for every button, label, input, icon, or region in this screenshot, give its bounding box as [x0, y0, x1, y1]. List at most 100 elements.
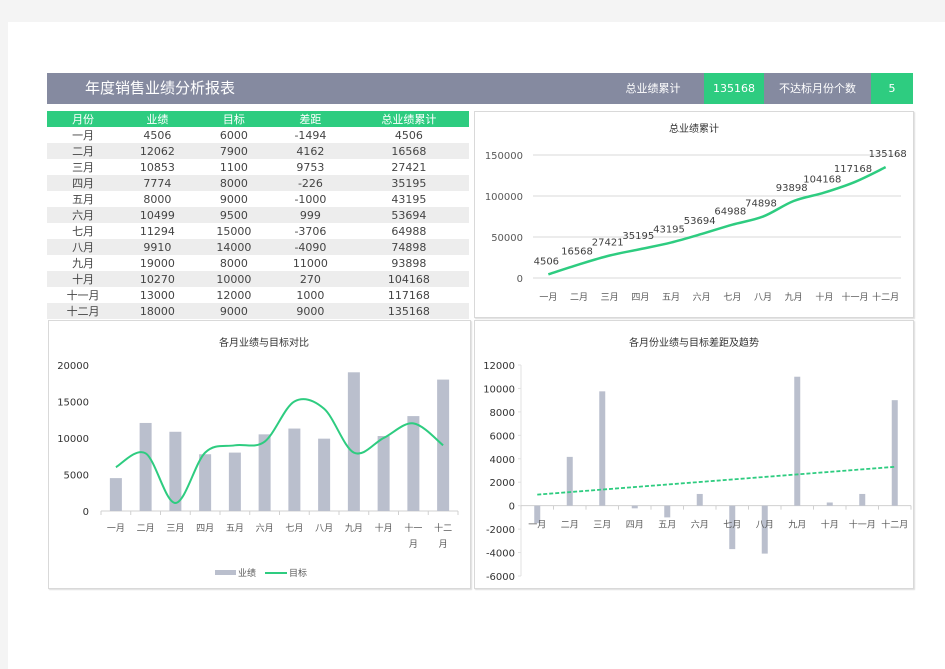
- x-tick-label: 十一: [404, 522, 422, 534]
- x-tick-label: 五月: [662, 292, 680, 303]
- chart-title: 各月业绩与目标对比: [219, 336, 309, 349]
- cell-sales: 19000: [139, 256, 175, 270]
- data-label: 16568: [561, 246, 593, 257]
- y-tick-label: 4000: [490, 455, 515, 466]
- table-row: 十月 10270 10000 270 104168: [47, 271, 469, 287]
- table-row: 三月 10853 1100 9753 27421: [47, 159, 469, 175]
- column-header-sales: 业绩: [119, 111, 196, 127]
- compare-chart-panel: 各月业绩与目标对比 0 5000 10000 15000 20000 一月 二月 三月 四月 五月 六…: [48, 320, 471, 589]
- kpi-total-label: 总业绩累计: [625, 82, 681, 95]
- cell-cumulative: 74898: [348, 239, 469, 255]
- y-tick-label: 10000: [483, 384, 515, 395]
- data-label: 27421: [592, 238, 624, 249]
- sales-bar: [407, 416, 420, 511]
- cell-month: 八月: [47, 239, 120, 255]
- sales-bar: [228, 452, 241, 511]
- y-tick-label: 2000: [490, 478, 515, 489]
- cell-sales: 10270: [119, 271, 196, 287]
- y-tick-label: 12000: [483, 361, 515, 372]
- x-tick-label: 月: [439, 539, 448, 550]
- cell-cumulative: 4506: [394, 128, 423, 142]
- x-tick-label: 十月: [375, 522, 393, 534]
- data-label: 53694: [684, 216, 716, 227]
- cell-cumulative: 16568: [348, 143, 469, 159]
- cell-target: 9000: [195, 303, 273, 319]
- cell-gap: -1494: [294, 128, 327, 142]
- cell-cumulative: 104168: [348, 271, 469, 287]
- cell-month: 三月: [72, 161, 95, 174]
- cell-month: 十月: [47, 271, 120, 287]
- sales-bar: [318, 438, 331, 511]
- y-tick-label: 0: [509, 502, 515, 513]
- cell-target: 14000: [195, 239, 273, 255]
- x-tick-label: 七月: [723, 292, 741, 303]
- legend-target-label: 目标: [289, 567, 307, 579]
- cell-gap: -4090: [272, 239, 349, 255]
- x-tick-label: 五月: [658, 520, 676, 531]
- gap-chart-panel: 各月份业绩与目标差距及趋势 -6000 -4000 -2000 0 2000 4000 600…: [474, 320, 914, 589]
- table-row: 十二月 18000 9000 9000 135168: [47, 303, 469, 319]
- sales-bar: [258, 434, 271, 511]
- x-tick-label: 九月: [785, 292, 803, 303]
- cumulative-line-chart: 总业绩累计 0 50000 100000 150000 一月 二月 三月 四月 五月 六月 七月 八月 九…: [485, 122, 907, 303]
- column-header-gap: 差距: [272, 111, 349, 127]
- sales-bar: [347, 372, 360, 511]
- column-header-month: 月份: [47, 111, 120, 127]
- cell-sales: 10499: [119, 207, 196, 223]
- report-title: 年度销售业绩分析报表: [85, 79, 236, 97]
- cell-sales: 11294: [139, 224, 175, 238]
- gap-bar: [664, 505, 671, 518]
- cell-cumulative: 117168: [387, 288, 430, 302]
- x-tick-label: 十二月: [872, 291, 899, 303]
- target-line: [115, 398, 444, 504]
- data-label: 117168: [834, 164, 872, 175]
- data-label: 35195: [622, 231, 654, 242]
- y-tick-label: 10000: [57, 434, 89, 445]
- y-tick-label: -6000: [486, 572, 515, 583]
- cell-sales: 10853: [139, 160, 175, 174]
- cell-sales: 18000: [119, 303, 196, 319]
- table-row: 九月 19000 8000 11000 93898: [47, 255, 469, 271]
- cell-month: 一月: [72, 129, 95, 142]
- cell-month: 六月: [47, 207, 120, 223]
- kpi-total-value: 135168: [704, 73, 764, 104]
- gap-bar: [891, 400, 898, 506]
- cell-target: 9000: [219, 192, 248, 206]
- y-tick-label: -2000: [486, 525, 515, 536]
- x-tick-label: 十一月: [841, 291, 868, 303]
- cell-target: 9500: [195, 207, 273, 223]
- x-tick-label: 七月: [723, 520, 741, 531]
- data-label: 4506: [534, 256, 559, 267]
- x-tick-label: 十一月: [849, 519, 876, 531]
- gap-trend-chart: 各月份业绩与目标差距及趋势 -6000 -4000 -2000 0 2000 4000 600…: [483, 336, 912, 583]
- x-tick-label: 九月: [345, 523, 363, 534]
- cumulative-chart-panel: 总业绩累计 0 50000 100000 150000 一月 二月 三月 四月 五月 六月 七月 八月 九…: [474, 111, 914, 318]
- gap-bar: [631, 505, 638, 509]
- cell-gap: 11000: [292, 256, 328, 270]
- table-header-row: 月份 业绩 目标 差距 总业绩累计: [47, 111, 469, 127]
- data-label: 135168: [869, 149, 907, 160]
- y-tick-label: 6000: [490, 431, 515, 442]
- y-tick-label: 15000: [57, 398, 89, 409]
- table-row: 五月 8000 9000 -1000 43195: [47, 191, 469, 207]
- kpi-miss-label: 不达标月份个数: [779, 82, 856, 95]
- cell-cumulative: 27421: [391, 160, 427, 174]
- gap-bar: [696, 493, 703, 506]
- legend-sales-label: 业绩: [238, 567, 256, 579]
- x-tick-label: 十二月: [881, 519, 908, 531]
- y-tick-label: 0: [517, 274, 523, 285]
- cell-target: 8000: [195, 175, 273, 191]
- table-row: 七月 11294 15000 -3706 64988: [47, 223, 469, 239]
- y-tick-label: 20000: [57, 361, 89, 372]
- sales-bar: [139, 422, 152, 511]
- x-tick-label: 六月: [691, 519, 709, 531]
- cell-sales: 9910: [119, 239, 196, 255]
- data-label: 64988: [714, 207, 746, 218]
- y-tick-label: -4000: [486, 549, 515, 560]
- gap-bar: [794, 376, 801, 506]
- x-tick-label: 一月: [539, 292, 557, 303]
- cell-cumulative: 53694: [348, 207, 469, 223]
- sales-bar: [377, 436, 390, 511]
- cell-gap: 270: [272, 271, 349, 287]
- cell-target: 1100: [219, 160, 248, 174]
